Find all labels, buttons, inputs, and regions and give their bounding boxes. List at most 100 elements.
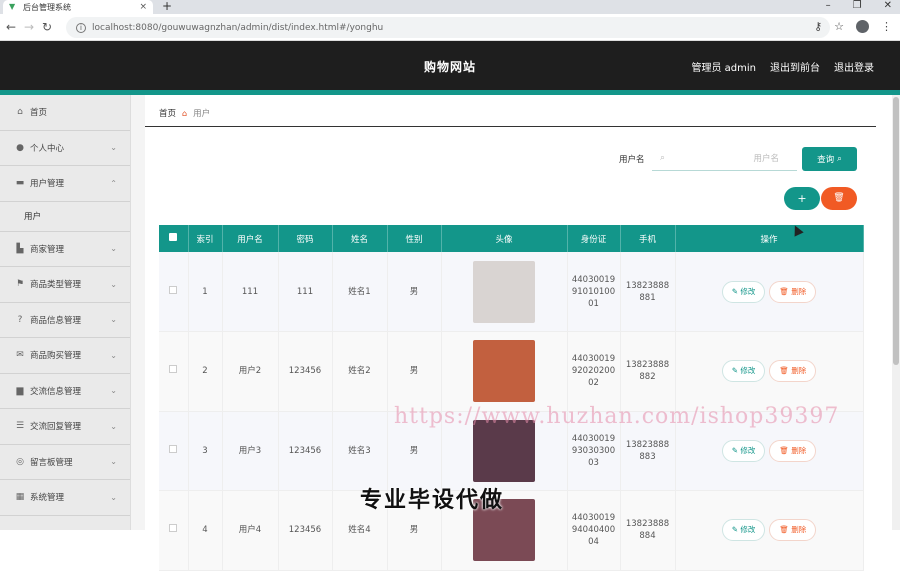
sidebar-item-product-types[interactable]: ⚑ 商品类型管理 ⌄: [0, 267, 130, 303]
sidebar-item-guestbook[interactable]: ◎ 留言板管理 ⌄: [0, 445, 130, 480]
row-checkbox[interactable]: [159, 331, 189, 412]
sidebar-item-system[interactable]: ▦ 系统管理 ⌄: [0, 480, 130, 516]
app-header: 购物网站 管理员 admin 退出到前台 退出登录: [0, 41, 900, 90]
user-icon: ●: [16, 142, 24, 153]
browser-tab[interactable]: ▼ 后台管理系统 ×: [3, 0, 153, 14]
reload-icon[interactable]: ↻: [40, 20, 54, 34]
sidebar: ⌂ 首页 ● 个人中心 ⌄ ▬ 用户管理 ⌃ 用户 ▙ 商家管理 ⌄ ⚑ 商品类型管理 ⌄ ? 商品…: [0, 95, 131, 530]
sidebar-subitem-user[interactable]: 用户: [0, 201, 130, 232]
chevron-up-icon: ⌃: [110, 178, 117, 188]
cell-password: 123456: [278, 331, 333, 412]
sidebar-item-label: 系统管理: [30, 493, 65, 504]
minimize-icon[interactable]: –: [826, 0, 831, 12]
address-bar-row: ← → ↻ i localhost:8080/gouwuwagnzhan/adm…: [0, 14, 900, 41]
search-box: ⌕: [652, 147, 797, 171]
sidebar-item-label: 商品信息管理: [30, 315, 82, 326]
sidebar-item-merchants[interactable]: ▙ 商家管理 ⌄: [0, 232, 130, 267]
breadcrumb-home[interactable]: 首页: [159, 107, 176, 119]
delete-label: 删除: [791, 286, 807, 296]
cell-phone: 13823888 884: [620, 490, 676, 571]
batch-delete-button[interactable]: 🗑: [821, 187, 857, 210]
column-header: 头像: [441, 225, 568, 252]
edit-button[interactable]: ✎ 修改: [721, 360, 766, 383]
flag-icon: ⚑: [15, 279, 25, 290]
cell-phone: 13823888 882: [620, 331, 676, 412]
url-field[interactable]: i localhost:8080/gouwuwagnzhan/admin/dis…: [66, 17, 830, 38]
search-button[interactable]: 查询 ⌕: [802, 147, 857, 171]
star-icon[interactable]: ☆: [834, 20, 844, 33]
column-header: 索引: [188, 225, 223, 252]
sidebar-item-label: 用户管理: [30, 179, 65, 190]
sidebar-item-users[interactable]: ▬ 用户管理 ⌃: [0, 166, 130, 202]
cell-username: 用户2: [222, 331, 279, 412]
shop-icon: ▙: [16, 243, 24, 254]
forward-icon[interactable]: →: [22, 20, 36, 34]
column-header: 性别: [387, 225, 442, 252]
row-checkbox[interactable]: [159, 490, 189, 571]
sidebar-item-label: 首页: [30, 108, 48, 119]
page-scrollbar[interactable]: [892, 95, 900, 530]
sidebar-item-products[interactable]: ? 商品信息管理 ⌄: [0, 303, 130, 338]
user-table: 索引 用户名 密码 姓名 性别 头像 身份证 手机 操作 1 111 111 姓名1 男…: [159, 225, 864, 571]
sidebar-item-home[interactable]: ⌂ 首页: [0, 95, 130, 131]
back-icon[interactable]: ←: [4, 20, 18, 34]
trash-icon: 🗑: [779, 445, 792, 455]
column-header: 密码: [278, 225, 333, 252]
row-checkbox[interactable]: [159, 411, 189, 491]
row-checkbox[interactable]: [159, 252, 189, 332]
edit-button[interactable]: ✎ 修改: [721, 519, 766, 542]
delete-label: 删除: [791, 445, 807, 455]
menu-icon[interactable]: ⋮: [881, 20, 892, 33]
back-to-front-link[interactable]: 退出到前台: [770, 59, 820, 74]
sidebar-item-replies[interactable]: ☰ 交流回复管理 ⌄: [0, 409, 130, 445]
select-all-checkbox[interactable]: [159, 225, 189, 252]
sidebar-item-purchases[interactable]: ✉ 商品购买管理 ⌄: [0, 338, 130, 374]
column-header: 姓名: [332, 225, 388, 252]
sidebar-item-label: 交流信息管理: [30, 386, 82, 397]
cell-avatar: [441, 331, 568, 412]
home-icon: ⌂: [17, 107, 23, 118]
delete-button[interactable]: 🗑 删除: [769, 280, 817, 303]
sidebar-item-messages[interactable]: ▆ 交流信息管理 ⌄: [0, 374, 130, 409]
site-info-icon[interactable]: i: [76, 22, 86, 33]
close-window-icon[interactable]: ✕: [884, 0, 892, 12]
chevron-down-icon: ⌄: [110, 457, 117, 467]
cell-gender: 男: [387, 252, 442, 332]
chevron-down-icon: ⌄: [110, 143, 117, 153]
add-button[interactable]: +: [784, 187, 820, 210]
edit-label: 修改: [740, 286, 756, 296]
content-card: 首页 ⌂ 用户 用户名 ⌕ 查询⌕ + 🗑 索引 用户名 密码 姓名: [145, 95, 893, 571]
browser-tab-title: 后台管理系统: [23, 2, 71, 12]
watermark-text: https://www.huzhan.com/ishop39397: [394, 404, 840, 429]
new-tab-icon[interactable]: +: [162, 0, 172, 13]
delete-button[interactable]: 🗑 删除: [769, 439, 817, 462]
trash-icon: 🗑: [779, 286, 792, 296]
key-icon[interactable]: ⚷: [814, 20, 822, 33]
url-text: localhost:8080/gouwuwagnzhan/admin/dist/…: [92, 22, 384, 33]
delete-label: 删除: [791, 366, 807, 376]
cell-phone: 13823888 881: [620, 252, 676, 332]
delete-button[interactable]: 🗑 删除: [769, 519, 817, 542]
profile-icon[interactable]: [856, 20, 869, 33]
edit-button[interactable]: ✎ 修改: [721, 280, 766, 303]
restore-icon[interactable]: ❐: [853, 0, 862, 12]
close-tab-icon[interactable]: ×: [139, 2, 147, 12]
sidebar-item-profile[interactable]: ● 个人中心 ⌄: [0, 131, 130, 166]
cell-index: 3: [188, 411, 223, 491]
cell-index: 1: [188, 252, 223, 332]
logout-link[interactable]: 退出登录: [834, 59, 874, 74]
column-header: 操作: [675, 225, 864, 252]
cell-name: 姓名1: [332, 252, 388, 332]
username-search-input[interactable]: [652, 147, 797, 170]
cell-password: 111: [278, 252, 333, 332]
cell-username: 用户4: [222, 490, 279, 571]
cell-actions: ✎ 修改 🗑 删除: [675, 331, 864, 412]
chevron-down-icon: ⌄: [110, 492, 117, 502]
delete-button[interactable]: 🗑 删除: [769, 360, 817, 383]
scrollbar-thumb[interactable]: [893, 97, 899, 365]
cell-actions: ✎ 修改 🗑 删除: [675, 490, 864, 571]
cell-avatar: [441, 252, 568, 332]
edit-label: 修改: [740, 445, 756, 455]
edit-button[interactable]: ✎ 修改: [721, 439, 766, 462]
avatar: [473, 419, 535, 482]
